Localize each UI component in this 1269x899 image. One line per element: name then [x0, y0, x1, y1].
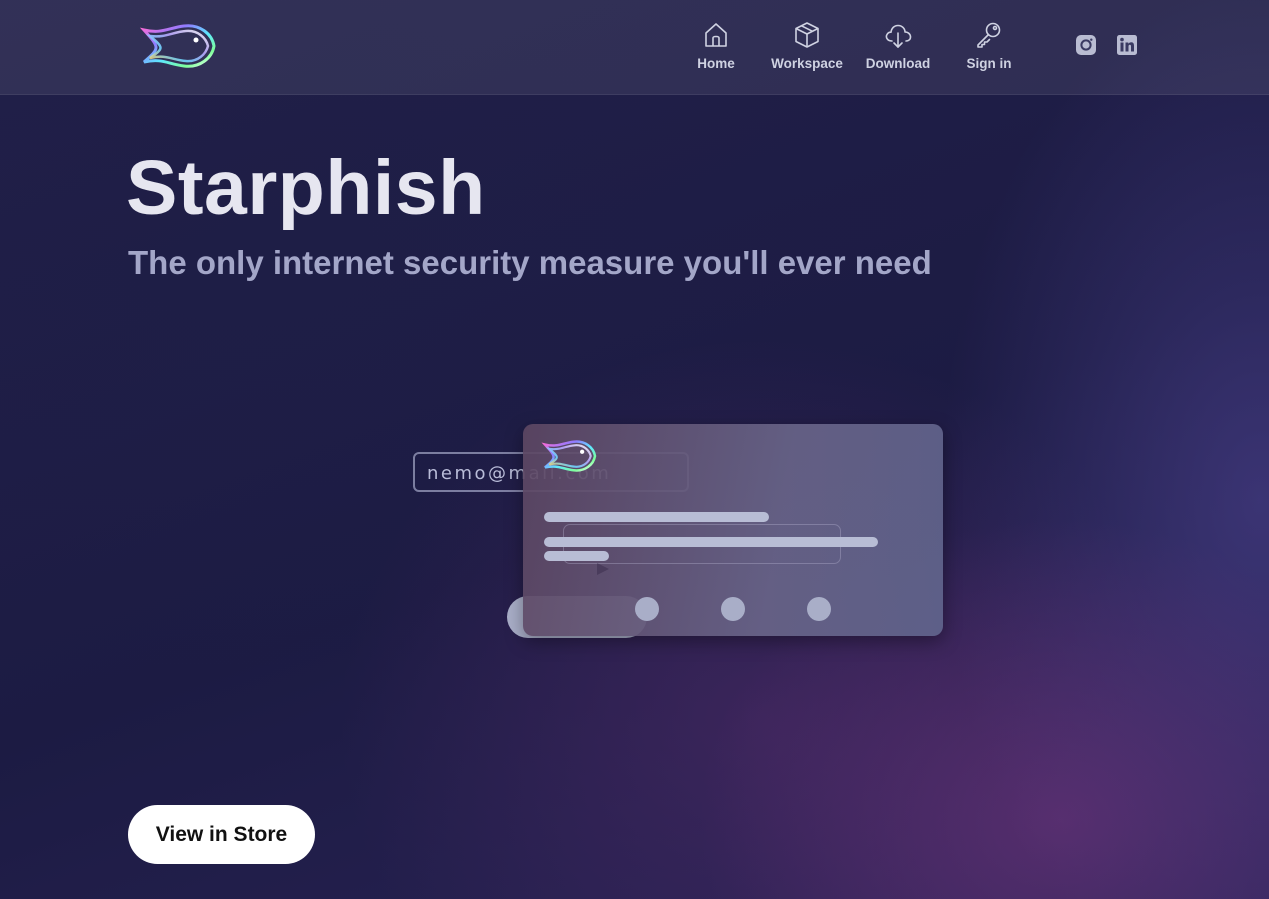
view-in-store-button[interactable]: View in Store [128, 805, 315, 864]
nav-home-label: Home [697, 56, 735, 71]
card-text-placeholder [544, 537, 878, 547]
cloud-download-icon [885, 24, 912, 48]
key-icon [977, 22, 1001, 48]
card-text-placeholder [544, 512, 769, 522]
nav-download-label: Download [865, 56, 931, 71]
illustration-card [523, 424, 943, 636]
card-arrow-icon [597, 563, 609, 575]
card-text-placeholder [544, 551, 609, 561]
card-dot [721, 597, 745, 621]
box-icon [795, 22, 819, 48]
linkedin-icon[interactable] [1116, 34, 1138, 56]
card-fish-logo-icon [541, 440, 597, 472]
starphish-logo-icon[interactable] [140, 18, 218, 74]
home-icon [705, 23, 727, 47]
hero-title: Starphish [126, 145, 486, 231]
instagram-icon[interactable] [1075, 34, 1097, 56]
hero-subtitle: The only internet security measure you'l… [128, 244, 932, 281]
card-dot [635, 597, 659, 621]
nav-sign-in-label: Sign in [966, 56, 1012, 71]
nav-workspace[interactable]: Workspace [762, 20, 852, 80]
nav-home[interactable]: Home [671, 20, 761, 80]
navbar: Home Workspace Download Sign in [0, 0, 1269, 95]
nav-sign-in[interactable]: Sign in [944, 20, 1034, 80]
nav-download[interactable]: Download [853, 20, 943, 80]
nav-workspace-label: Workspace [771, 56, 843, 71]
card-dot [807, 597, 831, 621]
